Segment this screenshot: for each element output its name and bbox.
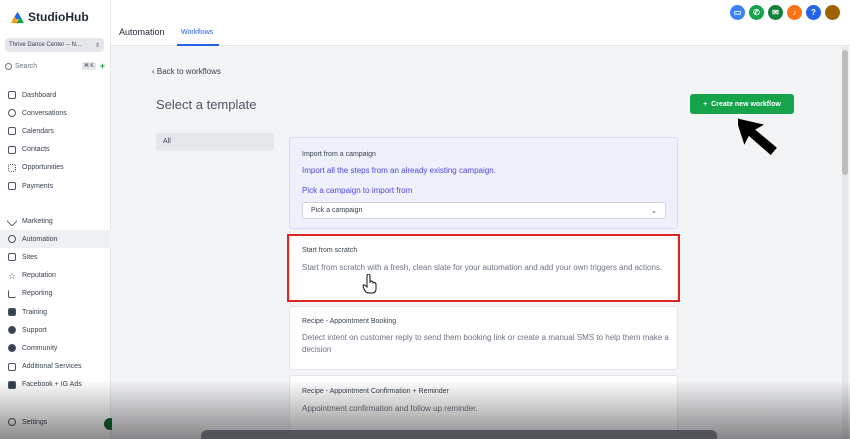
sidebar-item-label: Opportunities <box>22 164 64 172</box>
search-label: Search <box>15 62 38 70</box>
template-description: Appointment confirmation and follow up r… <box>302 404 478 413</box>
sidebar-item-payments[interactable]: Payments <box>0 177 111 195</box>
secondary-nav: Marketing Automation Sites ☆ Reputation R… <box>0 212 111 394</box>
book-icon <box>8 308 16 317</box>
sidebar-item-label: Reputation <box>22 272 56 280</box>
sidebar-item-reporting[interactable]: Reporting <box>0 285 111 303</box>
plus-icon: + <box>703 100 712 108</box>
search-bar[interactable]: Search ⌘ K + <box>5 60 105 72</box>
back-to-workflows-link[interactable]: ‹ Back to workflows <box>152 67 221 76</box>
payments-icon <box>8 182 16 191</box>
back-label: Back to workflows <box>156 67 221 76</box>
dashboard-icon <box>8 91 16 100</box>
sidebar-item-label: Contacts <box>22 146 50 154</box>
sidebar-item-facebook-ads[interactable]: Facebook + IG Ads <box>0 376 111 394</box>
search-icon <box>5 62 12 70</box>
create-button-label: Create new workflow <box>711 100 781 108</box>
support-icon <box>8 326 16 335</box>
sidebar-item-automation[interactable]: Automation <box>0 230 111 249</box>
sidebar-item-label: Conversations <box>22 109 67 117</box>
chevron-down-icon: ⌄ <box>651 208 657 215</box>
gear-icon <box>8 418 16 426</box>
top-header: Automation Workflows ▭ ✆ ✉ ♪ ? <box>111 0 850 46</box>
sidebar-item-label: Support <box>22 326 47 334</box>
campaign-select-value: Pick a campaign <box>311 207 363 214</box>
sidebar-item-label: Sites <box>22 253 38 261</box>
campaign-select[interactable]: Pick a campaign ⌄ <box>302 202 666 219</box>
primary-nav: Dashboard Conversations Calendars Contac… <box>0 86 111 195</box>
send-icon <box>6 215 18 227</box>
studiohub-logo-icon <box>11 11 24 23</box>
account-name: Thrive Dance Center -- N... <box>9 42 82 48</box>
annotation-arrow-icon <box>738 118 777 156</box>
hand-cursor-icon <box>362 274 377 294</box>
sidebar-item-settings[interactable]: Settings <box>8 418 47 426</box>
opportunities-icon <box>8 163 16 172</box>
sidebar-item-label: Reporting <box>22 290 53 298</box>
screen-share-icon[interactable]: ▭ <box>730 5 745 20</box>
page-title: Select a template <box>156 97 257 112</box>
scrollbar-thumb[interactable] <box>842 50 848 175</box>
header-actions: ▭ ✆ ✉ ♪ ? <box>730 5 840 20</box>
search-shortcut: ⌘ K <box>82 62 96 70</box>
sidebar-item-conversations[interactable]: Conversations <box>0 104 111 122</box>
quick-add-icon[interactable]: + <box>100 61 105 71</box>
template-description: Detect intent on customer reply to send … <box>302 333 669 354</box>
sidebar-item-label: Payments <box>22 182 54 190</box>
os-dock <box>201 430 717 439</box>
sidebar-item-community[interactable]: Community <box>0 339 111 357</box>
contacts-icon <box>8 145 16 154</box>
sidebar-item-contacts[interactable]: Contacts <box>0 141 111 159</box>
sidebar-item-label: Facebook + IG Ads <box>22 381 82 389</box>
app-name: StudioHub <box>28 10 89 24</box>
sites-icon <box>8 253 16 262</box>
avatar[interactable] <box>825 5 840 20</box>
help-icon[interactable]: ? <box>806 5 821 20</box>
template-appointment-booking[interactable]: Recipe - Appointment Booking Detect inte… <box>289 306 678 370</box>
sidebar: StudioHub Thrive Dance Center -- N... ⇕ … <box>0 0 111 439</box>
sidebar-item-reputation[interactable]: ☆ Reputation <box>0 267 111 285</box>
calendar-icon <box>8 127 16 136</box>
tab-active-indicator <box>177 44 219 46</box>
sidebar-item-additional-services[interactable]: Additional Services <box>0 358 111 376</box>
sidebar-item-training[interactable]: Training <box>0 303 111 321</box>
template-heading: Recipe - Appointment Booking <box>302 318 397 325</box>
sidebar-item-label: Calendars <box>22 127 54 135</box>
facebook-icon <box>8 380 16 389</box>
sidebar-item-label: Community <box>22 344 58 352</box>
template-heading: Recipe - Appointment Confirmation + Remi… <box>302 388 449 395</box>
sidebar-item-dashboard[interactable]: Dashboard <box>0 86 111 104</box>
sidebar-item-opportunities[interactable]: Opportunities <box>0 159 111 177</box>
sidebar-item-label: Additional Services <box>22 363 82 371</box>
community-icon <box>8 344 16 353</box>
pick-campaign-label: Pick a campaign to import from <box>302 186 413 195</box>
sidebar-item-marketing[interactable]: Marketing <box>0 212 111 230</box>
sidebar-item-label: Automation <box>22 235 58 243</box>
sidebar-item-label: Training <box>22 308 48 316</box>
logo: StudioHub <box>11 10 89 24</box>
sidebar-item-calendars[interactable]: Calendars <box>0 122 111 140</box>
megaphone-icon[interactable]: ✉ <box>768 5 783 20</box>
sidebar-item-label: Marketing <box>22 217 53 225</box>
notifications-icon[interactable]: ♪ <box>787 5 802 20</box>
template-heading: Import from a campaign <box>302 151 376 158</box>
highlight-box <box>287 234 680 302</box>
sidebar-item-label: Settings <box>22 418 48 426</box>
sidebar-item-support[interactable]: Support <box>0 321 111 339</box>
chart-icon <box>8 289 16 298</box>
sidebar-item-sites[interactable]: Sites <box>0 248 111 266</box>
page-section-title: Automation <box>119 27 165 37</box>
tab-workflows[interactable]: Workflows <box>181 29 213 36</box>
account-switcher[interactable]: Thrive Dance Center -- N... ⇕ <box>5 38 104 52</box>
chevron-updown-icon: ⇕ <box>94 42 100 49</box>
automation-icon <box>8 235 16 244</box>
phone-icon[interactable]: ✆ <box>749 5 764 20</box>
template-description: Import all the steps from an already exi… <box>302 166 496 175</box>
chat-icon <box>8 109 16 118</box>
services-icon <box>8 362 16 371</box>
template-import-campaign[interactable]: Import from a campaign Import all the st… <box>289 137 678 229</box>
star-icon: ☆ <box>8 270 17 281</box>
sidebar-item-label: Dashboard <box>22 91 57 99</box>
filter-all[interactable]: All <box>156 133 274 151</box>
